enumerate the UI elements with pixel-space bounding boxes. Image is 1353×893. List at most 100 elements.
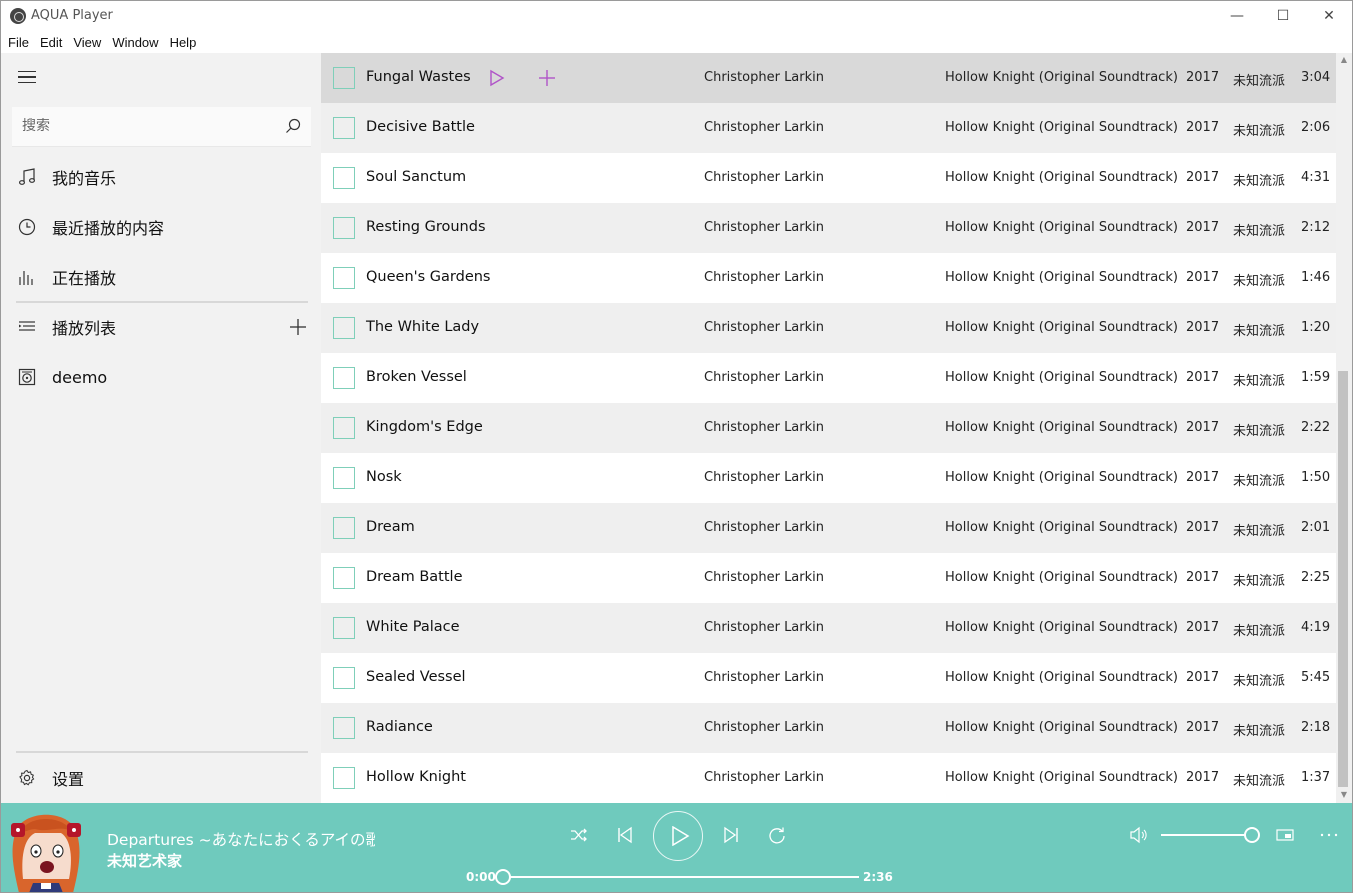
track-checkbox[interactable] bbox=[333, 167, 355, 189]
track-checkbox[interactable] bbox=[333, 467, 355, 489]
track-album: Hollow Knight (Original Soundtrack) bbox=[945, 470, 1178, 485]
progress-handle[interactable] bbox=[495, 869, 511, 885]
track-year: 2017 bbox=[1186, 570, 1220, 585]
play-button[interactable] bbox=[653, 811, 703, 861]
track-genre: 未知流派 bbox=[1233, 724, 1286, 739]
menu-window[interactable]: Window bbox=[112, 35, 158, 50]
track-checkbox[interactable] bbox=[333, 567, 355, 589]
track-checkbox[interactable] bbox=[333, 417, 355, 439]
shuffle-icon[interactable] bbox=[569, 825, 589, 845]
track-artist: Christopher Larkin bbox=[704, 270, 824, 285]
close-button[interactable]: ✕ bbox=[1306, 1, 1352, 31]
track-checkbox[interactable] bbox=[333, 217, 355, 239]
table-row[interactable]: Dream Christopher Larkin Hollow Knight (Or… bbox=[321, 503, 1336, 553]
track-album: Hollow Knight (Original Soundtrack) bbox=[945, 670, 1178, 685]
scrollbar[interactable]: ▲ ▼ bbox=[1336, 53, 1352, 803]
track-duration: 2:12 bbox=[1301, 220, 1331, 235]
table-row[interactable]: Dream Battle Christopher Larkin Hollow Kni… bbox=[321, 553, 1336, 603]
menu-file[interactable]: File bbox=[8, 35, 29, 50]
sidebar-item-playlists[interactable]: 播放列表 bbox=[1, 302, 321, 352]
scroll-down-icon[interactable]: ▼ bbox=[1339, 791, 1349, 799]
sidebar-item-recent[interactable]: 最近播放的内容 bbox=[1, 202, 321, 252]
row-add-icon[interactable] bbox=[538, 69, 556, 87]
track-title: Soul Sanctum bbox=[366, 169, 467, 185]
table-row[interactable]: Soul Sanctum Christopher Larkin Hollow Kni… bbox=[321, 153, 1336, 203]
now-playing-title: Departures ~あなたにおくるアイの歌 bbox=[107, 831, 375, 849]
table-row[interactable]: Fungal Wastes Christopher Larkin Hollow Kn… bbox=[321, 53, 1336, 103]
volume-handle[interactable] bbox=[1244, 827, 1260, 843]
track-checkbox[interactable] bbox=[333, 317, 355, 339]
track-genre: 未知流派 bbox=[1233, 474, 1286, 489]
search-input[interactable] bbox=[22, 118, 272, 134]
sidebar-item-deemo[interactable]: deemo bbox=[1, 352, 321, 402]
track-checkbox[interactable] bbox=[333, 667, 355, 689]
track-artist: Christopher Larkin bbox=[704, 620, 824, 635]
track-title: Decisive Battle bbox=[366, 119, 475, 135]
table-row[interactable]: Queen's Gardens Christopher Larkin Hollow … bbox=[321, 253, 1336, 303]
track-checkbox[interactable] bbox=[333, 767, 355, 789]
track-genre: 未知流派 bbox=[1233, 74, 1286, 89]
track-checkbox[interactable] bbox=[333, 717, 355, 739]
sidebar-item-label: 播放列表 bbox=[52, 319, 117, 338]
track-genre: 未知流派 bbox=[1233, 224, 1286, 239]
hamburger-menu-icon[interactable] bbox=[18, 71, 36, 83]
sidebar-item-settings[interactable]: 设置 bbox=[1, 753, 321, 803]
track-duration: 2:01 bbox=[1301, 520, 1331, 535]
progress-bar[interactable] bbox=[503, 876, 859, 878]
track-checkbox[interactable] bbox=[333, 517, 355, 539]
table-row[interactable]: Decisive Battle Christopher Larkin Hollow … bbox=[321, 103, 1336, 153]
track-checkbox[interactable] bbox=[333, 117, 355, 139]
minimize-button[interactable]: — bbox=[1214, 1, 1260, 31]
sidebar-item-my-music[interactable]: 我的音乐 bbox=[1, 152, 321, 202]
table-row[interactable]: Hollow Knight Christopher Larkin Hollow Kn… bbox=[321, 753, 1336, 803]
time-current: 0:00 bbox=[466, 870, 496, 884]
maximize-button[interactable]: ☐ bbox=[1260, 1, 1306, 31]
table-row[interactable]: Resting Grounds Christopher Larkin Hollow … bbox=[321, 203, 1336, 253]
repeat-icon[interactable] bbox=[767, 825, 787, 845]
table-row[interactable]: White Palace Christopher Larkin Hollow Kni… bbox=[321, 603, 1336, 653]
menu-edit[interactable]: Edit bbox=[40, 35, 62, 50]
table-row[interactable]: Sealed Vessel Christopher Larkin Hollow Kn… bbox=[321, 653, 1336, 703]
sidebar-item-label: 最近播放的内容 bbox=[52, 219, 165, 238]
track-artist: Christopher Larkin bbox=[704, 520, 824, 535]
sidebar-item-now-playing[interactable]: 正在播放 bbox=[1, 252, 321, 302]
table-row[interactable]: Kingdom's Edge Christopher Larkin Hollow K… bbox=[321, 403, 1336, 453]
track-checkbox[interactable] bbox=[333, 617, 355, 639]
search-icon[interactable] bbox=[285, 118, 301, 134]
menu-view[interactable]: View bbox=[73, 35, 101, 50]
track-album: Hollow Knight (Original Soundtrack) bbox=[945, 720, 1178, 735]
track-genre: 未知流派 bbox=[1233, 774, 1286, 789]
scroll-up-icon[interactable]: ▲ bbox=[1339, 56, 1349, 64]
mini-player-icon[interactable] bbox=[1275, 825, 1295, 845]
next-track-icon[interactable] bbox=[721, 825, 741, 845]
track-duration: 5:45 bbox=[1301, 670, 1331, 685]
track-artist: Christopher Larkin bbox=[704, 320, 824, 335]
track-duration: 1:59 bbox=[1301, 370, 1331, 385]
track-checkbox[interactable] bbox=[333, 67, 355, 89]
more-options-icon[interactable] bbox=[1319, 825, 1339, 845]
volume-icon[interactable] bbox=[1128, 825, 1148, 845]
track-year: 2017 bbox=[1186, 670, 1220, 685]
track-checkbox[interactable] bbox=[333, 267, 355, 289]
track-title: Broken Vessel bbox=[366, 369, 467, 385]
add-playlist-icon[interactable] bbox=[289, 318, 307, 336]
track-checkbox[interactable] bbox=[333, 367, 355, 389]
row-play-icon[interactable] bbox=[489, 69, 505, 87]
album-cover[interactable] bbox=[7, 807, 85, 893]
track-artist: Christopher Larkin bbox=[704, 120, 824, 135]
table-row[interactable]: Radiance Christopher Larkin Hollow Knight … bbox=[321, 703, 1336, 753]
track-genre: 未知流派 bbox=[1233, 624, 1286, 639]
table-row[interactable]: Broken Vessel Christopher Larkin Hollow Kn… bbox=[321, 353, 1336, 403]
menu-help[interactable]: Help bbox=[170, 35, 197, 50]
track-genre: 未知流派 bbox=[1233, 274, 1286, 289]
scroll-thumb[interactable] bbox=[1338, 371, 1348, 787]
previous-track-icon[interactable] bbox=[615, 825, 635, 845]
track-album: Hollow Knight (Original Soundtrack) bbox=[945, 570, 1178, 585]
track-title: Queen's Gardens bbox=[366, 269, 491, 285]
track-artist: Christopher Larkin bbox=[704, 70, 824, 85]
equalizer-bars-icon bbox=[19, 271, 33, 285]
track-year: 2017 bbox=[1186, 620, 1220, 635]
table-row[interactable]: Nosk Christopher Larkin Hollow Knight (Ori… bbox=[321, 453, 1336, 503]
table-row[interactable]: The White Lady Christopher Larkin Hollow K… bbox=[321, 303, 1336, 353]
volume-slider[interactable] bbox=[1161, 834, 1253, 836]
